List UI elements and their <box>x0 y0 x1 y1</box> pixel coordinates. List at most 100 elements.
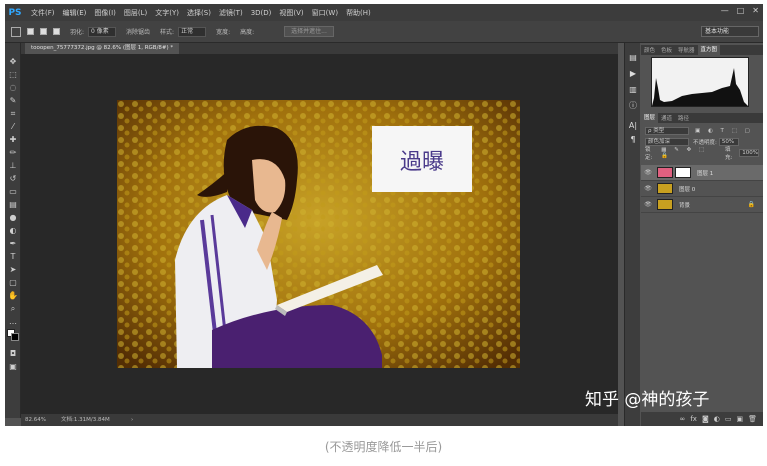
height-label: 高度: <box>240 29 255 36</box>
tab-swatches[interactable]: 色板 <box>658 46 675 54</box>
feather-label: 羽化: <box>70 29 85 36</box>
blur-icon[interactable]: ● <box>8 213 18 223</box>
move-tool-icon[interactable]: ✥ <box>8 57 18 67</box>
layer-kind-filter[interactable]: ρ 类型 <box>645 126 689 135</box>
zoom-icon[interactable]: ⌕ <box>8 304 18 314</box>
histogram-panel-tabs: 颜色 色板 导航器 直方图 <box>641 45 763 55</box>
character-icon[interactable]: A| <box>628 121 638 131</box>
antialias-checkbox[interactable]: 消除锯齿 <box>126 27 150 36</box>
feather-input[interactable]: 0 像素 <box>88 26 117 37</box>
histogram-graph <box>652 68 748 106</box>
canvas-area[interactable]: 過曝 <box>21 54 618 414</box>
delete-layer-icon[interactable]: 🗑 <box>748 415 757 423</box>
right-panels: 颜色 色板 导航器 直方图 图层 通道 路径 ρ 类型 ▣ ◐ T ⬚ ▢ 颜色… <box>641 43 763 426</box>
menu-3d[interactable]: 3D(D) <box>247 9 276 17</box>
dodge-icon[interactable]: ◐ <box>8 226 18 236</box>
menu-edit[interactable]: 编辑(E) <box>59 8 91 18</box>
menu-window[interactable]: 窗口(W) <box>308 8 342 18</box>
visibility-eye-icon[interactable]: 👁 <box>643 185 653 192</box>
layer-row[interactable]: 👁 图层 1 <box>641 165 763 181</box>
subtract-selection-icon[interactable] <box>53 28 60 35</box>
visibility-eye-icon[interactable]: 👁 <box>643 169 653 176</box>
menu-image[interactable]: 图像(I) <box>90 8 120 18</box>
menu-layer[interactable]: 图层(L) <box>120 8 151 18</box>
tab-channels[interactable]: 通道 <box>658 114 675 122</box>
workspace-select[interactable]: 基本功能 <box>701 26 759 37</box>
properties-icon[interactable]: ▥ <box>628 85 638 95</box>
menu-type[interactable]: 文字(Y) <box>151 8 183 18</box>
layer-name[interactable]: 图层 1 <box>697 169 713 177</box>
filter-icons[interactable]: ▣ ◐ T ⬚ ▢ <box>695 128 753 134</box>
gradient-icon[interactable]: ▤ <box>8 200 18 210</box>
quick-select-icon[interactable]: ✎ <box>8 96 18 106</box>
history-brush-icon[interactable]: ↺ <box>8 174 18 184</box>
tab-histogram[interactable]: 直方图 <box>697 45 721 55</box>
pen-icon[interactable]: ✒ <box>8 239 18 249</box>
menu-file[interactable]: 文件(F) <box>27 8 59 18</box>
tab-navigator[interactable]: 导航器 <box>675 46 698 54</box>
history-icon[interactable]: ▤ <box>628 53 638 63</box>
select-and-mask-button[interactable]: 选择并遮住... <box>284 26 334 37</box>
healing-brush-icon[interactable]: ✚ <box>8 135 18 145</box>
layer-thumbnail <box>657 167 673 178</box>
document-image[interactable]: 過曝 <box>117 100 520 368</box>
tab-color[interactable]: 颜色 <box>641 46 658 54</box>
opacity-label: 不透明度: <box>693 139 717 146</box>
layer-row[interactable]: 👁 图层 0 <box>641 181 763 197</box>
path-select-icon[interactable]: ➤ <box>8 265 18 275</box>
quick-mask-icon[interactable]: ◘ <box>8 349 18 359</box>
adjustment-layer-icon[interactable]: ◐ <box>714 415 720 423</box>
info-icon[interactable]: ⓘ <box>628 101 638 111</box>
paragraph-icon[interactable]: ¶ <box>628 135 638 145</box>
close-button[interactable]: ✕ <box>752 6 759 15</box>
hand-icon[interactable]: ✋ <box>8 291 18 301</box>
panel-dock: ▤ ▶ ▥ ⓘ A| ¶ <box>624 43 640 426</box>
crop-icon[interactable]: ⌗ <box>8 109 18 119</box>
layer-thumbnail <box>657 183 673 194</box>
layer-style-icon[interactable]: fx <box>690 415 697 423</box>
document-tabs: tooopen_75777372.jpg @ 82.6% (图层 1, RGB/… <box>21 43 618 54</box>
minimize-button[interactable]: — <box>721 6 729 15</box>
eraser-icon[interactable]: ▭ <box>8 187 18 197</box>
status-arrow-icon[interactable]: › <box>131 414 133 426</box>
eyedropper-icon[interactable]: ⁄ <box>8 122 18 132</box>
layers-panel-tabs: 图层 通道 路径 <box>641 113 763 123</box>
fill-input[interactable]: 100% <box>739 148 760 157</box>
lasso-icon[interactable]: ◌ <box>8 83 18 93</box>
layer-row[interactable]: 👁 背景 🔒 <box>641 197 763 213</box>
new-group-icon[interactable]: ▭ <box>725 415 732 423</box>
brush-icon[interactable]: ✏ <box>8 148 18 158</box>
menu-filter[interactable]: 滤镜(T) <box>215 8 247 18</box>
lock-row: 锁定: ▦ ✎ ✥ ⬚ 🔒 填充: 100% <box>645 147 760 161</box>
add-selection-icon[interactable] <box>40 28 47 35</box>
menu-view[interactable]: 视图(V) <box>275 8 307 18</box>
background-color-swatch[interactable] <box>11 333 19 341</box>
document-tab[interactable]: tooopen_75777372.jpg @ 82.6% (图层 1, RGB/… <box>25 43 180 54</box>
add-mask-icon[interactable]: ◙ <box>702 415 709 423</box>
new-layer-icon[interactable]: ▣ <box>736 415 743 423</box>
zoom-level[interactable]: 82.64% <box>25 414 46 426</box>
shape-icon[interactable]: ▢ <box>8 278 18 288</box>
marquee-icon[interactable]: ⬚ <box>8 70 18 80</box>
tab-layers[interactable]: 图层 <box>641 113 659 123</box>
tab-paths[interactable]: 路径 <box>675 114 692 122</box>
style-select[interactable]: 正常 <box>178 26 207 37</box>
type-tool-icon[interactable]: T <box>8 252 18 262</box>
maximize-button[interactable]: □ <box>737 6 745 15</box>
lock-icons[interactable]: ▦ ✎ ✥ ⬚ 🔒 <box>661 147 719 159</box>
new-selection-icon[interactable] <box>27 28 34 35</box>
more-tools-icon[interactable]: … <box>8 317 18 327</box>
marquee-tool-icon[interactable] <box>11 26 21 37</box>
actions-play-icon[interactable]: ▶ <box>628 69 638 79</box>
menu-help[interactable]: 帮助(H) <box>342 8 375 18</box>
menu-select[interactable]: 选择(S) <box>183 8 215 18</box>
options-bar: 羽化: 0 像素 消除锯齿 样式: 正常 宽度: 高度: 选择并遮住... 基本… <box>5 21 763 43</box>
visibility-eye-icon[interactable]: 👁 <box>643 201 653 208</box>
document-info: 文档:1.31M/3.84M <box>61 417 110 423</box>
layer-name[interactable]: 图层 0 <box>679 185 695 193</box>
layer-name[interactable]: 背景 <box>679 201 690 209</box>
clone-stamp-icon[interactable]: ⊥ <box>8 161 18 171</box>
layer-mask-thumbnail[interactable] <box>675 167 691 178</box>
screen-mode-icon[interactable]: ▣ <box>8 362 18 372</box>
link-layers-icon[interactable]: ∞ <box>680 415 686 423</box>
